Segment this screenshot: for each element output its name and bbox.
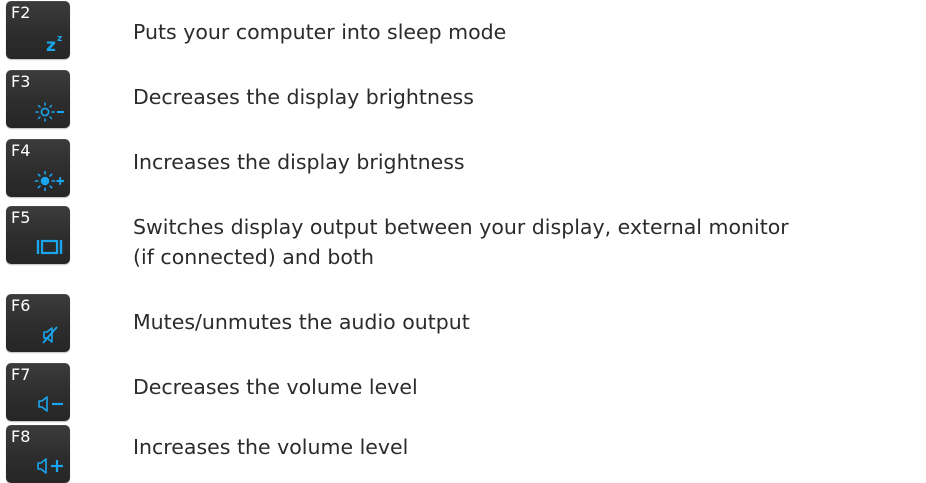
key-label: F2 bbox=[11, 3, 31, 22]
key-description: Puts your computer into sleep mode bbox=[133, 20, 507, 44]
brightness-up-icon bbox=[32, 169, 66, 191]
brightness-down-icon bbox=[32, 100, 66, 122]
key-f4: F4 bbox=[6, 139, 70, 197]
key-description: Decreases the display brightness bbox=[133, 85, 474, 109]
key-f8: F8 bbox=[6, 425, 70, 483]
key-description: Switches display output between your dis… bbox=[133, 212, 923, 272]
key-description: Decreases the volume level bbox=[133, 375, 418, 399]
display-switch-icon bbox=[32, 236, 66, 258]
key-label: F8 bbox=[11, 427, 31, 446]
volume-down-icon bbox=[32, 393, 66, 415]
key-f5: F5 bbox=[6, 206, 70, 264]
key-f6: F6 bbox=[6, 294, 70, 352]
description-line: (if connected) and both bbox=[133, 245, 374, 269]
key-description: Increases the volume level bbox=[133, 435, 409, 459]
key-description: Mutes/unmutes the audio output bbox=[133, 310, 470, 334]
key-label: F6 bbox=[11, 296, 31, 315]
key-description: Increases the display brightness bbox=[133, 150, 465, 174]
key-f3: F3 bbox=[6, 70, 70, 128]
key-label: F5 bbox=[11, 208, 31, 227]
svg-text:z: z bbox=[57, 34, 62, 44]
key-label: F4 bbox=[11, 141, 31, 160]
key-label: F7 bbox=[11, 365, 31, 384]
description-line: Switches display output between your dis… bbox=[133, 215, 789, 239]
volume-up-icon bbox=[32, 455, 66, 477]
mute-icon bbox=[32, 324, 66, 346]
key-f2: F2 z z bbox=[6, 1, 70, 59]
key-label: F3 bbox=[11, 72, 31, 91]
key-f7: F7 bbox=[6, 363, 70, 421]
svg-text:z: z bbox=[46, 36, 56, 53]
sleep-icon: z z bbox=[32, 31, 66, 53]
